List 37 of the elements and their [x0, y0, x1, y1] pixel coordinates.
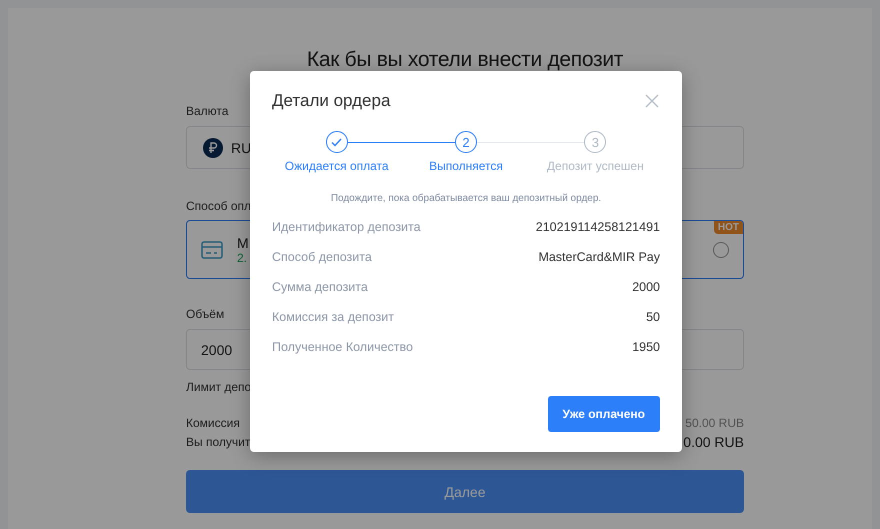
detail-label: Полученное Количество: [272, 339, 413, 356]
detail-label: Идентификатор депозита: [272, 219, 421, 236]
field-label: Валюта: [186, 104, 228, 118]
hot-badge: HOT: [714, 221, 743, 234]
close-button[interactable]: [644, 93, 660, 109]
option-subtext: 2.: [237, 250, 248, 264]
receive-value: 0.00 RUB: [683, 434, 744, 450]
field-label: Способ опл: [186, 199, 252, 213]
fee-label: Комиссия: [186, 416, 240, 430]
page-title: Как бы вы хотели внести депозит: [306, 48, 624, 72]
currency-value: RU: [231, 140, 252, 156]
card-icon: [201, 240, 223, 258]
option-name: M: [237, 234, 249, 250]
step-indicator: 3: [584, 131, 606, 153]
detail-value: MasterCard&MIR Pay: [538, 249, 660, 266]
limit-text: Лимит депо: [186, 380, 252, 394]
next-button[interactable]: Далее: [186, 470, 744, 513]
status-note: Подождите, пока обрабатывается ваш депозитный ордер.: [330, 193, 602, 204]
step-label: Депозит успешен: [546, 159, 644, 173]
receive-label: Вы получит: [186, 435, 250, 449]
already-paid-button[interactable]: Уже оплачено: [548, 396, 660, 432]
dialog-title: Детали ордера: [272, 91, 390, 111]
ruble-icon: [203, 138, 223, 158]
step-indicator: 2: [454, 131, 477, 153]
detail-value: 1950: [632, 339, 660, 356]
detail-label: Способ депозита: [272, 249, 372, 266]
fee-value: 50.00 RUB: [685, 416, 744, 430]
detail-value: 50: [646, 309, 660, 326]
detail-value: 2000: [632, 279, 660, 296]
radio-button[interactable]: [713, 242, 729, 258]
detail-label: Комиссия за депозит: [272, 309, 394, 326]
step-label: Выполняется: [429, 159, 503, 173]
field-label: Объём: [186, 307, 224, 321]
detail-value: 210219114258121491: [536, 219, 660, 236]
step-label: Ожидается оплата: [284, 159, 389, 173]
check-icon: [331, 138, 342, 146]
detail-label: Сумма депозита: [272, 279, 368, 296]
